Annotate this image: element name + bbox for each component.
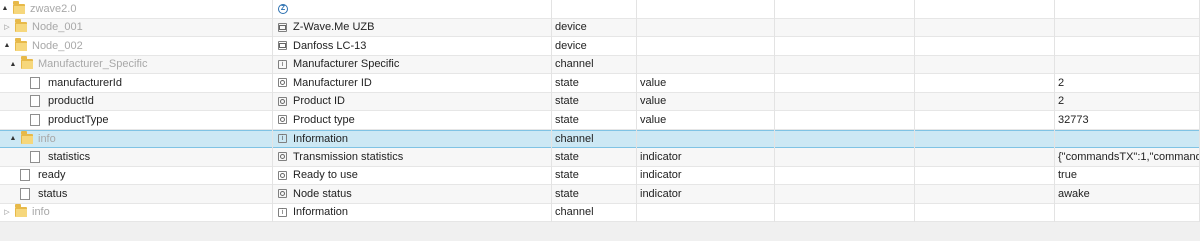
tree-row-selected[interactable]: ▲ info i Information channel — [0, 129, 1200, 148]
state-file-icon — [30, 150, 40, 163]
object-name: Manufacturer ID — [293, 76, 372, 89]
object-type: state — [555, 95, 579, 108]
object-id: Manufacturer_Specific — [38, 58, 148, 71]
object-name: Manufacturer Specific — [293, 58, 400, 71]
object-role: value — [640, 76, 667, 89]
tree-row-root[interactable]: ▲ zwave2.0 Z — [0, 0, 1200, 19]
folder-icon — [13, 0, 25, 14]
collapse-toggle-icon[interactable]: ▲ — [8, 135, 18, 142]
column-divider — [1054, 0, 1055, 222]
column-divider — [636, 0, 637, 222]
object-role: indicator — [640, 150, 682, 163]
object-name: Product ID — [293, 95, 345, 108]
folder-icon — [15, 19, 27, 33]
tree-row[interactable]: ▲ Node_002 Danfoss LC-13 device — [0, 37, 1200, 56]
state-icon — [278, 189, 287, 199]
tree-row[interactable]: ▷ info i Information channel — [0, 203, 1200, 222]
tree-row[interactable]: ▷ Node_001 Z-Wave.Me UZB device — [0, 18, 1200, 37]
column-divider — [914, 0, 915, 222]
object-type: channel — [555, 206, 594, 219]
folder-icon — [21, 130, 33, 144]
object-name: Ready to use — [293, 169, 358, 182]
object-value[interactable]: {"commandsTX":1,"commandsR — [1058, 151, 1200, 163]
object-type: state — [555, 113, 579, 126]
object-type: device — [555, 21, 587, 34]
object-type: state — [555, 76, 579, 89]
object-name: Z-Wave.Me UZB — [293, 21, 375, 34]
column-divider — [551, 0, 552, 222]
object-value[interactable]: 2 — [1058, 77, 1064, 89]
state-file-icon — [30, 76, 40, 89]
object-id: status — [38, 187, 68, 200]
object-id: productId — [48, 95, 94, 108]
expand-toggle-icon[interactable]: ▷ — [2, 208, 12, 216]
object-name: Transmission statistics — [293, 150, 404, 163]
collapse-toggle-icon[interactable]: ▲ — [2, 42, 12, 49]
folder-icon — [15, 37, 27, 51]
object-id: info — [38, 132, 56, 145]
tree-row[interactable]: ready Ready to use state indicator true — [0, 166, 1200, 185]
channel-icon: i — [278, 207, 287, 217]
object-id: zwave2.0 — [30, 2, 77, 15]
object-id: ready — [38, 169, 66, 182]
folder-icon — [21, 56, 33, 70]
tree-row[interactable]: statistics Transmission statistics state… — [0, 148, 1200, 167]
collapse-toggle-icon[interactable]: ▲ — [8, 61, 18, 68]
object-value[interactable]: true — [1058, 169, 1077, 181]
state-file-icon — [20, 169, 30, 182]
tree-row[interactable]: manufacturerId Manufacturer ID state val… — [0, 74, 1200, 93]
state-icon — [278, 152, 287, 162]
tree-row[interactable]: ▲ Manufacturer_Specific i Manufacturer S… — [0, 55, 1200, 74]
state-icon — [278, 170, 287, 180]
object-id: Node_002 — [32, 39, 83, 52]
state-file-icon — [30, 95, 40, 108]
tree-row[interactable]: productType Product type state value 327… — [0, 111, 1200, 130]
object-id: info — [32, 206, 50, 219]
tree-row[interactable]: status Node status state indicator awake — [0, 185, 1200, 204]
device-icon — [278, 41, 287, 51]
channel-icon: i — [278, 59, 287, 69]
object-role: indicator — [640, 187, 682, 200]
object-role: value — [640, 113, 667, 126]
object-value[interactable]: awake — [1058, 188, 1090, 200]
state-file-icon — [20, 187, 30, 200]
object-name: Product type — [293, 113, 355, 126]
column-divider — [774, 0, 775, 222]
column-divider — [272, 0, 273, 222]
collapse-toggle-icon[interactable]: ▲ — [0, 5, 10, 12]
object-name: Information — [293, 206, 349, 219]
object-name: Information — [293, 132, 349, 145]
object-role: indicator — [640, 169, 682, 182]
state-icon — [278, 78, 287, 88]
object-type: channel — [555, 58, 594, 71]
object-type: channel — [555, 132, 594, 145]
object-name: Danfoss LC-13 — [293, 39, 367, 52]
object-id: statistics — [48, 150, 91, 163]
object-id: productType — [48, 113, 109, 126]
tree-row[interactable]: productId Product ID state value 2 — [0, 92, 1200, 111]
object-name: Node status — [293, 187, 352, 200]
expand-toggle-icon[interactable]: ▷ — [2, 23, 12, 31]
object-tree: ▲ zwave2.0 Z ▷ Node_001 Z-Wave.Me UZB de… — [0, 0, 1200, 222]
object-value[interactable]: 2 — [1058, 95, 1064, 107]
channel-icon: i — [278, 134, 287, 144]
state-icon — [278, 115, 287, 125]
object-type: state — [555, 169, 579, 182]
object-type: device — [555, 39, 587, 52]
device-icon — [278, 22, 287, 32]
object-id: Node_001 — [32, 21, 83, 34]
object-type: state — [555, 187, 579, 200]
object-role: value — [640, 95, 667, 108]
folder-icon — [15, 204, 27, 218]
state-icon — [278, 96, 287, 106]
object-value[interactable]: 32773 — [1058, 114, 1089, 126]
zwave-logo-icon: Z — [278, 3, 288, 14]
object-type: state — [555, 150, 579, 163]
state-file-icon — [30, 113, 40, 126]
object-id: manufacturerId — [48, 76, 122, 89]
